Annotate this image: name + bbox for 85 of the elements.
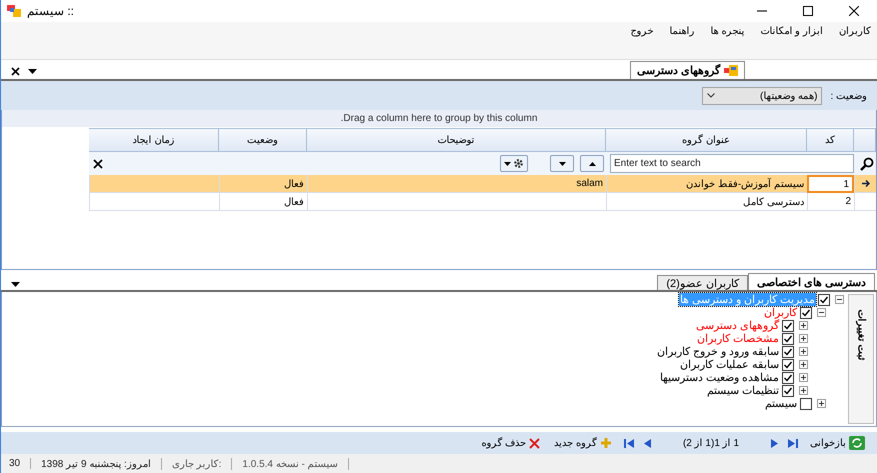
dropdown-icon[interactable] xyxy=(28,69,37,74)
options-button[interactable] xyxy=(500,155,528,172)
dropdown-icon[interactable] xyxy=(11,282,20,287)
tree-item[interactable]: تنظیمات سیستم xyxy=(706,384,780,397)
menu-item[interactable]: کاربران xyxy=(839,25,871,37)
refresh-button[interactable]: بازخوانی xyxy=(808,436,867,450)
status-text: سیستم - نسخه 1.0.5.4 xyxy=(242,458,349,470)
menu-item[interactable]: پنجره ها xyxy=(710,25,744,37)
group-panel: Drag a column here to group by this column. xyxy=(2,110,876,127)
caret-icon xyxy=(588,162,596,166)
table-cell: فعال xyxy=(219,193,307,211)
first-page-icon[interactable] xyxy=(624,438,634,448)
table-cell: salam xyxy=(307,175,606,193)
menu-item[interactable]: خروج xyxy=(630,25,654,37)
expand-icon[interactable] xyxy=(799,373,808,382)
next-match-button[interactable] xyxy=(550,155,574,172)
next-page-icon[interactable] xyxy=(771,438,778,448)
save-changes-button[interactable]: ثبت تغییرات xyxy=(848,294,874,424)
column-header[interactable]: عنوان گروه xyxy=(606,128,807,152)
close-icon[interactable] xyxy=(93,158,103,168)
last-page-icon[interactable] xyxy=(788,438,798,448)
table-cell: 2 xyxy=(807,193,854,211)
plus-icon xyxy=(600,437,612,449)
caret-icon xyxy=(558,162,566,166)
maximize-icon xyxy=(803,6,813,16)
search-icon xyxy=(860,156,874,170)
window-group-icon xyxy=(724,65,738,76)
status-text: کاربر جاری: xyxy=(172,458,232,470)
expand-icon[interactable] xyxy=(799,347,808,356)
menu-item[interactable]: راهنما xyxy=(670,25,695,37)
search-field[interactable]: Enter text to search xyxy=(610,154,854,173)
tree-item[interactable]: مشاهده وضعیت دسترسیها xyxy=(658,371,780,384)
expand-icon[interactable] xyxy=(817,399,826,408)
chevron-down-icon xyxy=(707,93,716,98)
tree-checkbox[interactable] xyxy=(800,398,812,410)
table-cell: سیستم آموزش-فقط خواندن xyxy=(606,175,807,193)
tree-item[interactable]: مشخصات کاربران xyxy=(696,332,780,345)
tree-item[interactable]: سیستم xyxy=(764,397,798,410)
expand-icon[interactable] xyxy=(799,334,808,343)
tab[interactable]: دسترسی های اختصاصی xyxy=(748,273,875,290)
column-header[interactable]: کد xyxy=(807,128,854,152)
tree-checkbox[interactable] xyxy=(782,320,794,332)
tree-checkbox[interactable] xyxy=(782,346,794,358)
table-cell: 1 xyxy=(807,175,854,193)
expand-icon[interactable] xyxy=(799,386,808,395)
delete-group-button[interactable]: حذف گروه xyxy=(479,437,542,449)
column-header[interactable]: زمان ایجاد xyxy=(89,128,219,152)
previous-page-icon[interactable] xyxy=(644,438,651,448)
tree-checkbox[interactable] xyxy=(782,358,794,370)
header-cell xyxy=(854,128,876,152)
tree-item[interactable]: کاربران xyxy=(763,306,798,319)
tree-checkbox[interactable] xyxy=(782,384,794,396)
tab[interactable]: کاربران عضو(2) xyxy=(657,275,748,290)
menu-item[interactable]: ابزار و امکانات xyxy=(760,25,823,37)
tree-checkbox[interactable] xyxy=(782,332,794,344)
previous-match-button[interactable] xyxy=(580,155,604,172)
close-icon[interactable] xyxy=(11,67,20,76)
app-icon xyxy=(7,5,21,17)
tree-item[interactable]: گروههای دسترسی xyxy=(694,319,780,332)
page-indicator: 1 از 1(1 از 2) xyxy=(682,437,739,449)
tree-item[interactable]: سابقه ورود و خروج کاربران xyxy=(656,345,780,358)
new-group-button[interactable]: گروه جدید xyxy=(552,437,614,449)
column-header[interactable]: توضیحات xyxy=(307,128,606,152)
gear-icon xyxy=(513,158,524,169)
status-text: امروز: پنجشنبه 9 تیر 1398 xyxy=(41,458,162,470)
table-cell: فعال xyxy=(219,175,307,193)
document-tab[interactable]: گروههای دسترسی xyxy=(630,61,745,79)
table-cell: دسترسی کامل xyxy=(606,193,807,211)
tree-item[interactable]: سابقه عملیات کاربران xyxy=(678,358,780,371)
tree-checkbox[interactable] xyxy=(818,294,830,306)
status-text: 30 xyxy=(9,458,32,469)
window-title: :: سیستم xyxy=(27,4,74,18)
column-header[interactable]: وضعیت xyxy=(219,128,307,152)
collapse-icon[interactable] xyxy=(835,295,844,304)
delete-icon xyxy=(529,438,540,448)
refresh-icon xyxy=(849,436,865,450)
collapse-icon[interactable] xyxy=(817,308,826,317)
tree-checkbox[interactable] xyxy=(782,372,794,384)
expand-icon[interactable] xyxy=(799,321,808,330)
status-dropdown[interactable]: (همه وضعیتها) xyxy=(702,86,822,104)
caret-icon xyxy=(504,162,511,166)
status-label: وضعیت : xyxy=(830,90,867,102)
expand-icon[interactable] xyxy=(799,360,808,369)
tree-checkbox[interactable] xyxy=(800,306,812,318)
close-icon xyxy=(849,6,859,16)
